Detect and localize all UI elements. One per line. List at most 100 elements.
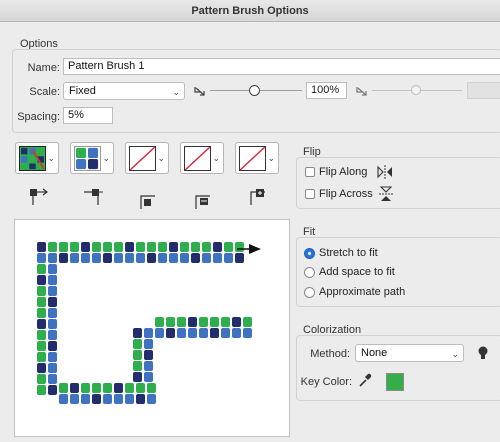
pattern-tile-square (81, 383, 90, 393)
fit-add-space-radio[interactable] (304, 267, 315, 278)
pattern-tile-square (59, 242, 68, 252)
pattern-tile-square (136, 394, 145, 404)
pattern-tile-square (37, 242, 46, 252)
pattern-tile-square (48, 286, 57, 296)
pattern-tile-square (125, 253, 134, 263)
pattern-tile-square (155, 317, 164, 327)
pattern-tile-square (92, 253, 101, 263)
pattern-tile-square (177, 328, 186, 338)
name-field[interactable]: Pattern Brush 1 (63, 58, 500, 75)
pattern-tile-square (158, 242, 167, 252)
pattern-tile-square (199, 328, 208, 338)
pattern-tile-square (125, 383, 134, 393)
pattern-tile-square (48, 352, 57, 362)
key-color-label: Key Color: (300, 376, 352, 388)
chevron-down-icon: ⌄ (157, 153, 165, 163)
pattern-tile-square (147, 253, 156, 263)
chevron-down-icon: ⌄ (172, 87, 180, 97)
spacing-field[interactable]: 5% (63, 107, 113, 124)
pattern-tile-square (114, 394, 123, 404)
pattern-tile-square (114, 383, 123, 393)
pattern-tile-square (37, 374, 46, 384)
pattern-tile-square (37, 330, 46, 340)
scale-variation-field[interactable] (467, 82, 500, 99)
key-color-swatch[interactable] (386, 373, 404, 391)
pattern-tile-square (235, 253, 244, 263)
scale-percent-field[interactable]: 100% (306, 82, 347, 99)
pattern-tile-square (48, 330, 57, 340)
pattern-tile-square (133, 350, 142, 360)
pattern-tile-square (59, 383, 68, 393)
flip-across-icon (379, 186, 393, 201)
pattern-tile-square (92, 383, 101, 393)
pattern-tile-square (147, 383, 156, 393)
window-title: Pattern Brush Options (0, 0, 500, 22)
pattern-tile-square (133, 339, 142, 349)
pattern-preview (14, 219, 290, 437)
tips-lightbulb-icon[interactable] (477, 345, 489, 361)
outer-corner-tile-icon (74, 146, 101, 171)
inner-corner-type-icon (140, 195, 155, 209)
fit-approximate-radio[interactable] (304, 287, 315, 298)
pattern-tile-square (166, 317, 175, 327)
flip-along-checkbox[interactable] (305, 167, 315, 177)
pattern-tile-square (144, 372, 153, 382)
pattern-tile-square (37, 286, 46, 296)
scale-mode-select[interactable]: Fixed ⌄ (63, 82, 185, 100)
flip-across-checkbox[interactable] (305, 189, 315, 199)
pattern-tile-square (144, 361, 153, 371)
scale-variation-thumb[interactable] (411, 85, 421, 95)
pattern-tile-square (191, 242, 200, 252)
outer-corner-type-icon (84, 189, 103, 205)
scale-slider-thumb[interactable] (249, 85, 260, 96)
start-tile-icon (184, 146, 211, 171)
method-select[interactable]: None ⌄ (355, 344, 464, 362)
pattern-tile-square (48, 308, 57, 318)
pattern-tile-square (37, 253, 46, 263)
pattern-tile-square (133, 372, 142, 382)
pattern-tile-square (48, 374, 57, 384)
pattern-tile-square (169, 253, 178, 263)
eyedropper-icon[interactable] (357, 372, 373, 388)
pattern-tile-square (81, 242, 90, 252)
end-tile-button[interactable]: ⌄ (235, 142, 279, 174)
pattern-tile-square (136, 253, 145, 263)
scale-variation-icon (356, 87, 367, 96)
pattern-tile-square (125, 394, 134, 404)
pattern-tile-square (147, 242, 156, 252)
end-tile-icon (239, 146, 266, 171)
side-tile-button[interactable]: ⌄ (15, 142, 59, 174)
pattern-tile-square (235, 242, 244, 252)
method-label: Method: (310, 348, 350, 360)
pattern-tile-square (243, 328, 252, 338)
end-tile-type-icon (250, 189, 265, 205)
pattern-tile-square (81, 394, 90, 404)
pattern-tile-square (210, 328, 219, 338)
start-tile-button[interactable]: ⌄ (180, 142, 224, 174)
pattern-tile-square (114, 242, 123, 252)
spacing-label: Spacing: (17, 111, 60, 123)
pattern-tile-square (48, 385, 57, 395)
outer-corner-tile-button[interactable]: ⌄ (70, 142, 114, 174)
pattern-tile-square (144, 339, 153, 349)
pattern-tile-square (180, 253, 189, 263)
inner-corner-tile-icon (129, 146, 156, 171)
chevron-down-icon: ⌄ (451, 349, 459, 359)
pattern-tile-square (48, 341, 57, 351)
pattern-tile-square (136, 242, 145, 252)
pattern-tile-square (37, 352, 46, 362)
start-tile-type-icon (195, 195, 210, 209)
pattern-tile-square (133, 361, 142, 371)
pattern-tile-square (48, 363, 57, 373)
pattern-tile-square (70, 383, 79, 393)
chevron-down-icon: ⌄ (102, 153, 110, 163)
pattern-tile-square (243, 317, 252, 327)
pattern-tile-square (191, 253, 200, 263)
pattern-tile-square (37, 308, 46, 318)
inner-corner-tile-button[interactable]: ⌄ (125, 142, 169, 174)
pattern-tile-square (213, 242, 222, 252)
flip-along-icon (377, 165, 392, 179)
fit-stretch-radio[interactable] (304, 248, 315, 259)
pattern-tile-square (103, 242, 112, 252)
pattern-tile-square (213, 253, 222, 263)
